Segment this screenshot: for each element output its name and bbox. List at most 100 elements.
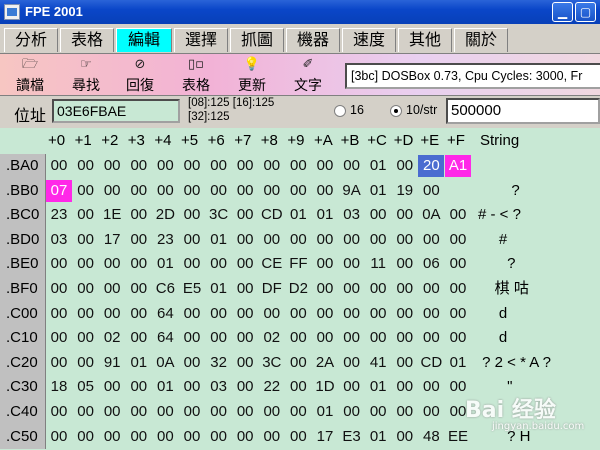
hex-byte-cell[interactable]: 00 <box>206 253 232 275</box>
refresh-button[interactable]: 💡 更新 <box>230 56 274 95</box>
hex-byte-cell[interactable]: 00 <box>312 229 338 251</box>
hex-byte-cell[interactable]: 01 <box>312 204 338 226</box>
hex-byte-cell[interactable]: 00 <box>126 204 152 226</box>
hex-byte-cell[interactable]: 00 <box>392 327 418 349</box>
hex-byte-cell[interactable]: 00 <box>392 204 418 226</box>
hex-byte-cell[interactable]: 01 <box>365 376 391 398</box>
hex-byte-cell[interactable]: 00 <box>126 426 152 448</box>
hex-byte-cell[interactable]: 00 <box>312 253 338 275</box>
hex-byte-cell[interactable]: 00 <box>46 278 72 300</box>
hex-byte-cell[interactable]: 01 <box>206 229 232 251</box>
hex-byte-cell[interactable]: 00 <box>339 401 365 423</box>
hex-byte-cell[interactable]: 00 <box>339 155 365 177</box>
hex-byte-cell[interactable]: 00 <box>365 327 391 349</box>
hex-byte-cell[interactable]: 00 <box>259 229 285 251</box>
hex-byte-cell[interactable]: CD <box>259 204 285 226</box>
hex-byte-cell[interactable]: 00 <box>206 426 232 448</box>
hex-byte-cell[interactable]: 00 <box>392 278 418 300</box>
hex-byte-cell[interactable]: 3C <box>259 352 285 374</box>
hex-byte-cell[interactable]: 00 <box>73 180 99 202</box>
tab-about[interactable]: 關於 <box>454 28 508 52</box>
hex-byte-cell[interactable]: 00 <box>232 352 258 374</box>
radio-decimal[interactable] <box>390 105 402 117</box>
hex-byte-cell[interactable]: 0A <box>418 204 444 226</box>
hex-byte-cell[interactable]: 00 <box>232 327 258 349</box>
hex-byte-cell[interactable]: 00 <box>99 426 125 448</box>
hex-byte-cell[interactable]: 00 <box>73 303 99 325</box>
table-button[interactable]: ▯▫ 表格 <box>174 56 218 95</box>
hex-byte-cell[interactable]: 20 <box>418 155 445 177</box>
hex-byte-cell[interactable]: 00 <box>179 327 205 349</box>
hex-byte-cell[interactable]: 00 <box>179 352 205 374</box>
hex-byte-cell[interactable]: 00 <box>46 426 72 448</box>
hex-byte-cell[interactable]: 22 <box>259 376 285 398</box>
hex-byte-cell[interactable]: 2D <box>152 204 178 226</box>
hex-byte-cell[interactable]: 11 <box>365 253 391 275</box>
hex-byte-cell[interactable]: 00 <box>99 278 125 300</box>
hex-byte-cell[interactable]: 00 <box>46 401 72 423</box>
hex-byte-cell[interactable]: 00 <box>312 180 338 202</box>
hex-byte-cell[interactable]: 00 <box>285 155 311 177</box>
hex-byte-cell[interactable]: 0A <box>152 352 178 374</box>
hex-byte-cell[interactable]: 05 <box>73 376 99 398</box>
hex-byte-cell[interactable]: 3C <box>206 204 232 226</box>
hex-byte-cell[interactable]: 00 <box>179 180 205 202</box>
hex-byte-cell[interactable]: 00 <box>392 426 418 448</box>
hex-byte-cell[interactable]: 00 <box>259 303 285 325</box>
hex-byte-cell[interactable]: CD <box>418 352 444 374</box>
hex-byte-cell[interactable]: 00 <box>259 401 285 423</box>
hex-byte-cell[interactable]: 00 <box>126 155 152 177</box>
hex-byte-cell[interactable]: 00 <box>179 376 205 398</box>
hex-byte-cell[interactable]: 00 <box>99 401 125 423</box>
hex-byte-cell[interactable]: 00 <box>312 303 338 325</box>
hex-byte-cell[interactable]: 00 <box>179 155 205 177</box>
hex-byte-cell[interactable]: 00 <box>339 376 365 398</box>
hex-byte-cell[interactable]: 00 <box>285 327 311 349</box>
hex-byte-cell[interactable]: 00 <box>285 352 311 374</box>
hex-byte-cell[interactable]: 01 <box>365 180 391 202</box>
hex-byte-cell[interactable]: 00 <box>46 352 72 374</box>
hex-byte-cell[interactable]: 00 <box>392 253 418 275</box>
hex-byte-cell[interactable]: 00 <box>126 303 152 325</box>
hex-byte-cell[interactable]: 00 <box>73 401 99 423</box>
hex-byte-cell[interactable]: 00 <box>285 426 311 448</box>
hex-byte-cell[interactable]: 00 <box>445 303 471 325</box>
hex-byte-cell[interactable]: 00 <box>206 327 232 349</box>
hex-byte-cell[interactable]: 01 <box>445 352 471 374</box>
hex-byte-cell[interactable]: 00 <box>232 253 258 275</box>
hex-byte-cell[interactable]: 01 <box>152 253 178 275</box>
search-value-input[interactable]: 500000 <box>446 98 600 124</box>
hex-byte-cell[interactable]: 00 <box>73 426 99 448</box>
hex-byte-cell[interactable]: 00 <box>339 303 365 325</box>
hex-byte-cell[interactable]: 00 <box>392 303 418 325</box>
hex-byte-cell[interactable]: 00 <box>365 204 391 226</box>
hex-byte-cell[interactable]: 01 <box>312 401 338 423</box>
hex-byte-cell[interactable]: 00 <box>126 229 152 251</box>
hex-byte-cell[interactable]: 00 <box>232 155 258 177</box>
hex-byte-cell[interactable]: 01 <box>152 376 178 398</box>
hex-byte-cell[interactable]: 00 <box>392 401 418 423</box>
hex-byte-cell[interactable]: 00 <box>126 253 152 275</box>
hex-byte-cell[interactable]: 00 <box>312 155 338 177</box>
hex-byte-cell[interactable]: 00 <box>152 180 178 202</box>
hex-byte-cell[interactable]: 03 <box>46 229 72 251</box>
hex-byte-cell[interactable]: 00 <box>206 303 232 325</box>
hex-byte-cell[interactable]: 18 <box>46 376 72 398</box>
hex-byte-cell[interactable]: 00 <box>445 253 471 275</box>
hex-byte-cell[interactable]: 00 <box>73 229 99 251</box>
hex-byte-cell[interactable]: 00 <box>232 180 258 202</box>
hex-byte-cell[interactable]: 00 <box>339 229 365 251</box>
hex-byte-cell[interactable]: 00 <box>445 278 471 300</box>
hex-byte-cell[interactable]: 00 <box>339 253 365 275</box>
hex-byte-cell[interactable]: 48 <box>418 426 444 448</box>
hex-byte-cell[interactable]: 00 <box>99 303 125 325</box>
radio-hex[interactable] <box>334 105 346 117</box>
tab-capture[interactable]: 抓圖 <box>230 28 284 52</box>
hex-byte-cell[interactable]: 00 <box>232 229 258 251</box>
hex-byte-cell[interactable]: 00 <box>232 426 258 448</box>
hex-byte-cell[interactable]: 00 <box>365 278 391 300</box>
hex-byte-cell[interactable]: 00 <box>285 401 311 423</box>
hex-byte-cell[interactable]: 00 <box>46 327 72 349</box>
hex-byte-cell[interactable]: DF <box>259 278 285 300</box>
hex-byte-cell[interactable]: 02 <box>99 327 125 349</box>
